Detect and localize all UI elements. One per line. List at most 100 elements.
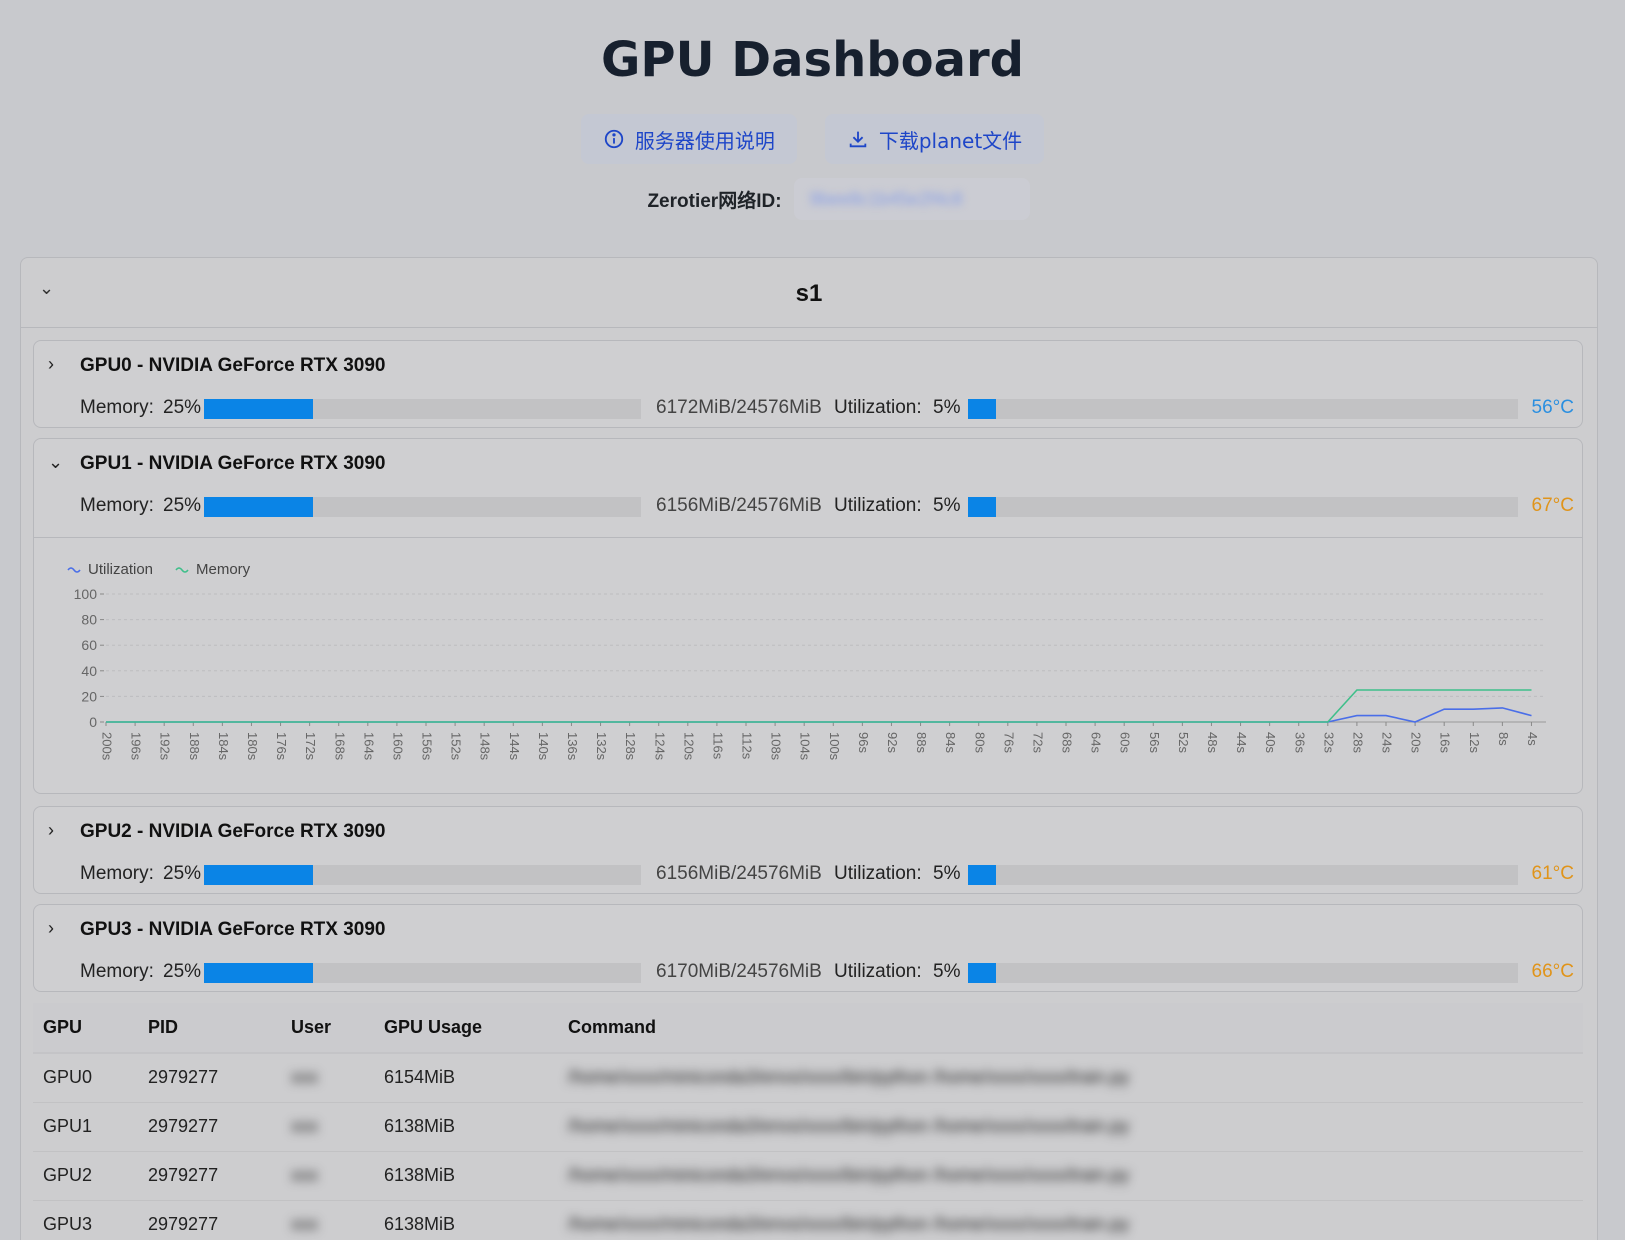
help-button[interactable]: 服务器使用说明 bbox=[580, 114, 797, 164]
x-tick-label: 8s bbox=[1496, 732, 1511, 746]
memory-label: Memory: bbox=[80, 397, 154, 418]
gpu-header[interactable]: › GPU2 - NVIDIA GeForce RTX 3090 Memory:… bbox=[34, 807, 1582, 905]
cell-user: xxx bbox=[281, 1102, 374, 1152]
x-tick-label: 64s bbox=[1089, 732, 1104, 753]
gpu-name: GPU0 - NVIDIA GeForce RTX 3090 bbox=[80, 355, 386, 376]
memory-label: Memory: bbox=[80, 961, 154, 982]
y-tick-label: 40 bbox=[81, 663, 97, 679]
download-planet-button[interactable]: 下载planet文件 bbox=[824, 114, 1045, 164]
temperature: 56°C bbox=[1531, 397, 1574, 418]
server-header[interactable]: ⌄ s1 bbox=[21, 258, 1597, 328]
cell-user: xxx bbox=[281, 1200, 374, 1240]
legend-label: Memory bbox=[196, 561, 251, 578]
x-tick-label: 60s bbox=[1118, 732, 1133, 753]
server-card: ⌄ s1 › GPU0 - NVIDIA GeForce RTX 3090 Me… bbox=[20, 257, 1598, 1240]
x-tick-label: 24s bbox=[1380, 732, 1395, 753]
x-tick-label: 200s bbox=[100, 732, 115, 761]
chevron-right-icon[interactable]: › bbox=[48, 354, 54, 375]
cell-pid: 2979277 bbox=[138, 1151, 281, 1201]
line-chart: Utilization Memory 100 80 60 40 20 0200s 196s 192… bbox=[67, 561, 1546, 761]
x-tick-label: 52s bbox=[1176, 732, 1191, 753]
gpu-history-chart: Utilization Memory 100 80 60 40 20 0 200s 196s 192… bbox=[34, 537, 1582, 805]
utilization-percent: 5% bbox=[933, 495, 961, 516]
memory-text: 6156MiB/24576MiB bbox=[656, 863, 822, 884]
cell-usage: 6154MiB bbox=[374, 1053, 558, 1103]
x-tick-label: 44s bbox=[1234, 732, 1249, 753]
zerotier-id-field[interactable]: 9bee8c1b45e2f4c8 bbox=[793, 178, 1030, 220]
utilization-label: Utilization: bbox=[834, 495, 922, 516]
temperature: 67°C bbox=[1531, 495, 1574, 516]
memory-bar-fill bbox=[204, 865, 314, 885]
table-row: GPU2 2979277 xxx 6138MiB /home/xxxx/mini… bbox=[33, 1151, 1583, 1201]
cell-command: /home/xxxx/miniconda3/envs/xxxx/bin/pyth… bbox=[558, 1200, 1583, 1240]
server-name: s1 bbox=[795, 280, 823, 307]
gpu-stats: Memory: 25% 6170MiB/24576MiB Utilization… bbox=[80, 955, 1574, 989]
x-tick-label: 196s bbox=[129, 732, 144, 761]
memory-text: 6170MiB/24576MiB bbox=[656, 961, 822, 982]
cell-usage: 6138MiB bbox=[374, 1102, 558, 1152]
x-tick-label: 108s bbox=[769, 732, 784, 761]
memory-text: 6172MiB/24576MiB bbox=[656, 397, 822, 418]
table-header-user: User bbox=[281, 1003, 374, 1054]
zerotier-label: Zerotier网络ID: bbox=[647, 190, 782, 212]
gpu-name: GPU1 - NVIDIA GeForce RTX 3090 bbox=[80, 453, 386, 474]
x-tick-label: 92s bbox=[885, 732, 900, 753]
y-tick-label: 80 bbox=[81, 612, 97, 628]
utilization-label: Utilization: bbox=[834, 961, 922, 982]
cell-command: /home/xxxx/miniconda3/envs/xxxx/bin/pyth… bbox=[558, 1053, 1583, 1103]
x-tick-label: 96s bbox=[856, 732, 871, 753]
x-tick-label: 160s bbox=[390, 732, 405, 761]
utilization-bar-fill bbox=[968, 963, 996, 983]
x-tick-label: 144s bbox=[507, 732, 522, 761]
gpu-name: GPU2 - NVIDIA GeForce RTX 3090 bbox=[80, 821, 386, 842]
utilization-percent: 5% bbox=[933, 863, 961, 884]
utilization-bar bbox=[968, 963, 1518, 983]
utilization-bar bbox=[968, 865, 1518, 885]
x-tick-label: 184s bbox=[216, 732, 231, 761]
x-tick-label: 140s bbox=[536, 732, 551, 761]
chevron-right-icon[interactable]: › bbox=[48, 820, 54, 841]
x-tick-label: 152s bbox=[449, 732, 464, 761]
cell-gpu: GPU0 bbox=[33, 1053, 138, 1103]
cell-user: xxx bbox=[281, 1053, 374, 1103]
memory-percent: 25% bbox=[163, 961, 202, 982]
gpu-card-1: ⌄ GPU1 - NVIDIA GeForce RTX 3090 Memory:… bbox=[33, 438, 1583, 794]
gpu-header[interactable]: ⌄ GPU1 - NVIDIA GeForce RTX 3090 Memory:… bbox=[34, 439, 1582, 537]
memory-bar bbox=[204, 963, 641, 983]
table-row: GPU3 2979277 xxx 6138MiB /home/xxxx/mini… bbox=[33, 1200, 1583, 1240]
x-tick-label: 72s bbox=[1030, 732, 1045, 753]
cell-gpu: GPU1 bbox=[33, 1102, 138, 1152]
x-tick-label: 32s bbox=[1321, 732, 1336, 753]
gpu-header[interactable]: › GPU0 - NVIDIA GeForce RTX 3090 Memory:… bbox=[34, 341, 1582, 439]
chevron-down-icon[interactable]: ⌄ bbox=[48, 452, 63, 473]
cell-command: /home/xxxx/miniconda3/envs/xxxx/bin/pyth… bbox=[558, 1151, 1583, 1201]
x-tick-label: 12s bbox=[1467, 732, 1482, 753]
x-tick-label: 128s bbox=[623, 732, 638, 761]
x-tick-label: 120s bbox=[681, 732, 696, 761]
cell-command: /home/xxxx/miniconda3/envs/xxxx/bin/pyth… bbox=[558, 1102, 1583, 1152]
table-header-pid: PID bbox=[138, 1003, 281, 1054]
x-tick-label: 36s bbox=[1292, 732, 1307, 753]
chevron-right-icon[interactable]: › bbox=[48, 918, 54, 939]
cell-usage: 6138MiB bbox=[374, 1151, 558, 1201]
x-tick-label: 68s bbox=[1060, 732, 1075, 753]
gpu-stats: Memory: 25% 6156MiB/24576MiB Utilization… bbox=[80, 489, 1574, 523]
download-button-label: 下载planet文件 bbox=[878, 128, 1023, 153]
legend-swatch bbox=[175, 567, 189, 573]
utilization-bar bbox=[968, 497, 1518, 517]
table-row: GPU0 2979277 xxx 6154MiB /home/xxxx/mini… bbox=[33, 1053, 1583, 1103]
x-tick-label: 168s bbox=[332, 732, 347, 761]
x-tick-label: 76s bbox=[1001, 732, 1016, 753]
memory-bar-fill bbox=[204, 399, 314, 419]
utilization-label: Utilization: bbox=[834, 863, 922, 884]
memory-text: 6156MiB/24576MiB bbox=[656, 495, 822, 516]
gpu-header[interactable]: › GPU3 - NVIDIA GeForce RTX 3090 Memory:… bbox=[34, 905, 1582, 1003]
cell-gpu: GPU3 bbox=[33, 1200, 138, 1240]
x-tick-label: 172s bbox=[303, 732, 318, 761]
memory-label: Memory: bbox=[80, 863, 154, 884]
x-tick-label: 136s bbox=[565, 732, 580, 761]
x-tick-label: 28s bbox=[1350, 732, 1365, 753]
download-icon bbox=[849, 131, 867, 148]
table-header-command: Command bbox=[558, 1003, 1583, 1054]
x-tick-label: 40s bbox=[1263, 732, 1278, 753]
